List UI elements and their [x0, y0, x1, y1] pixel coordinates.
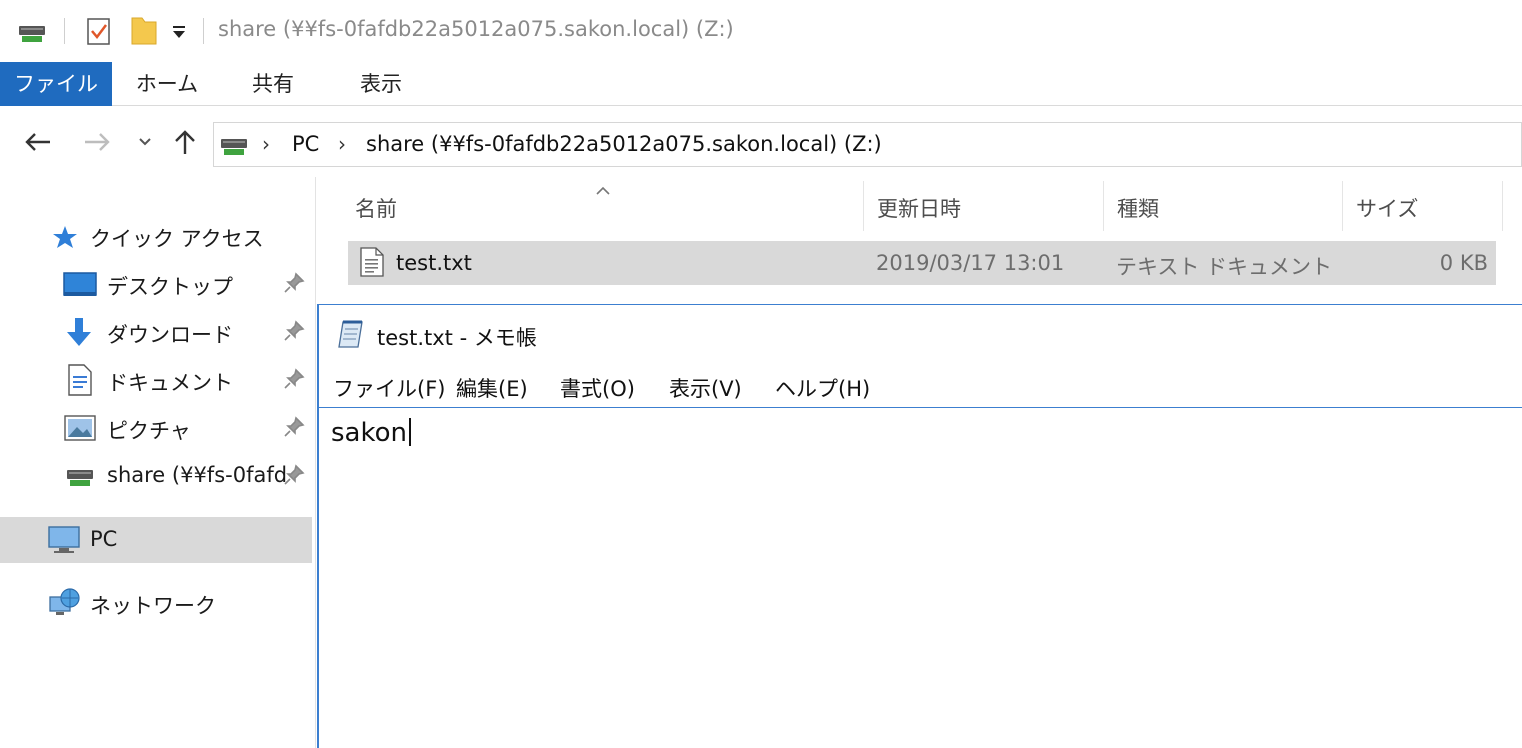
- menu-edit[interactable]: 編集(E): [456, 373, 528, 403]
- tab-share[interactable]: 共有: [236, 62, 310, 106]
- notepad-text: sakon: [331, 418, 407, 448]
- column-header-label: 種類: [1117, 197, 1159, 221]
- sidebar-item-label: ダウンロード: [107, 323, 233, 347]
- tab-view[interactable]: 表示: [344, 62, 418, 106]
- star-icon: [52, 225, 78, 253]
- notepad-icon: [337, 319, 365, 353]
- forward-arrow-icon: [85, 133, 110, 151]
- ribbon-tabs: ファイル ホーム 共有 表示: [0, 62, 1522, 106]
- network-icon: [48, 587, 80, 623]
- file-type: テキスト ドキュメント: [1116, 255, 1333, 279]
- text-file-icon: [360, 247, 384, 281]
- pc-icon: [48, 526, 80, 558]
- sidebar-item-pc[interactable]: PC: [0, 517, 312, 563]
- column-header-type[interactable]: 種類: [1104, 177, 1342, 237]
- sidebar-item-desktop[interactable]: デスクトップ: [0, 262, 312, 306]
- column-header-label: 名前: [355, 197, 397, 221]
- new-folder-icon[interactable]: [130, 14, 158, 46]
- up-button[interactable]: [170, 127, 200, 157]
- column-header-label: 更新日時: [877, 197, 961, 221]
- column-header-label: サイズ: [1356, 197, 1419, 221]
- breadcrumb-separator-icon[interactable]: ›: [262, 132, 270, 156]
- pictures-icon: [64, 415, 96, 445]
- sidebar-item-downloads[interactable]: ダウンロード: [0, 310, 312, 354]
- pin-icon[interactable]: [283, 272, 307, 296]
- download-icon: [64, 316, 94, 352]
- address-bar[interactable]: › PC › share (¥¥fs-0fafdb22a5012a075.sak…: [213, 122, 1522, 167]
- breadcrumb-share[interactable]: share (¥¥fs-0fafdb22a5012a075.sakon.loca…: [366, 132, 882, 156]
- network-drive-icon[interactable]: [18, 20, 46, 44]
- text-caret: [409, 418, 411, 446]
- window-title: share (¥¥fs-0fafdb22a5012a075.sakon.loca…: [218, 17, 734, 41]
- navigation-pane: クイック アクセス デスクトップ ダウンロード ドキュメント ピクチャ shar…: [0, 177, 316, 748]
- desktop-icon: [63, 272, 97, 302]
- title-bar: share (¥¥fs-0fafdb22a5012a075.sakon.loca…: [0, 0, 1522, 62]
- sidebar-item-label: ピクチャ: [107, 419, 191, 443]
- forward-button[interactable]: [82, 127, 112, 157]
- breadcrumb-pc[interactable]: PC: [292, 132, 319, 156]
- customize-quick-access-icon[interactable]: [170, 24, 188, 40]
- breadcrumb-separator-icon[interactable]: ›: [338, 132, 346, 156]
- pin-icon[interactable]: [283, 320, 307, 344]
- tab-file[interactable]: ファイル: [0, 62, 112, 106]
- back-button[interactable]: [23, 127, 53, 157]
- sidebar-item-label: クイック アクセス: [90, 227, 264, 251]
- notepad-text-area[interactable]: sakon: [319, 407, 1522, 748]
- sidebar-item-pictures[interactable]: ピクチャ: [0, 406, 312, 450]
- pin-icon[interactable]: [283, 368, 307, 392]
- recent-locations-button[interactable]: [131, 127, 159, 157]
- network-drive-icon: [66, 464, 94, 492]
- properties-icon[interactable]: [86, 16, 112, 46]
- documents-icon: [68, 364, 92, 400]
- network-drive-icon: [220, 133, 248, 157]
- notepad-menu-bar: ファイル(F) 編集(E) 書式(O) 表示(V) ヘルプ(H): [319, 367, 1522, 407]
- column-header-name[interactable]: 名前: [348, 177, 863, 237]
- file-row[interactable]: test.txt 2019/03/17 13:01 テキスト ドキュメント 0 …: [348, 241, 1496, 285]
- file-modified: 2019/03/17 13:01: [876, 251, 1065, 275]
- sidebar-item-network[interactable]: ネットワーク: [0, 581, 312, 625]
- menu-help[interactable]: ヘルプ(H): [775, 373, 870, 403]
- file-list: 名前 更新日時 種類 サイズ test.txt 2019/03/17 13:01…: [316, 177, 1522, 304]
- sidebar-item-label: ネットワーク: [90, 594, 216, 618]
- tab-home[interactable]: ホーム: [126, 62, 208, 106]
- sidebar-item-label: share (¥¥fs-0fafd: [107, 463, 288, 487]
- menu-format[interactable]: 書式(O): [560, 373, 635, 403]
- up-arrow-icon: [175, 130, 195, 154]
- pin-icon[interactable]: [283, 416, 307, 440]
- file-size: 0 KB: [1439, 251, 1488, 275]
- sidebar-item-share[interactable]: share (¥¥fs-0fafd: [0, 454, 312, 498]
- sidebar-item-quick-access[interactable]: クイック アクセス: [0, 214, 312, 258]
- sidebar-item-label: ドキュメント: [107, 371, 233, 395]
- notepad-content: sakon: [331, 418, 411, 448]
- back-arrow-icon: [25, 133, 50, 151]
- menu-view[interactable]: 表示(V): [669, 373, 742, 403]
- navigation-bar: › PC › share (¥¥fs-0fafdb22a5012a075.sak…: [0, 107, 1522, 177]
- menu-file[interactable]: ファイル(F): [333, 373, 445, 403]
- notepad-title: test.txt - メモ帳: [377, 326, 537, 350]
- sidebar-item-label: PC: [90, 527, 118, 551]
- pin-icon[interactable]: [283, 464, 307, 488]
- file-name: test.txt: [396, 251, 472, 275]
- notepad-title-bar[interactable]: test.txt - メモ帳: [319, 305, 1522, 361]
- column-header-size[interactable]: サイズ: [1343, 177, 1501, 237]
- sidebar-item-label: デスクトップ: [107, 275, 233, 299]
- chevron-down-icon: [139, 138, 151, 146]
- column-header-modified[interactable]: 更新日時: [864, 177, 1102, 237]
- notepad-window: test.txt - メモ帳 ファイル(F) 編集(E) 書式(O) 表示(V)…: [317, 304, 1522, 748]
- sidebar-item-documents[interactable]: ドキュメント: [0, 358, 312, 402]
